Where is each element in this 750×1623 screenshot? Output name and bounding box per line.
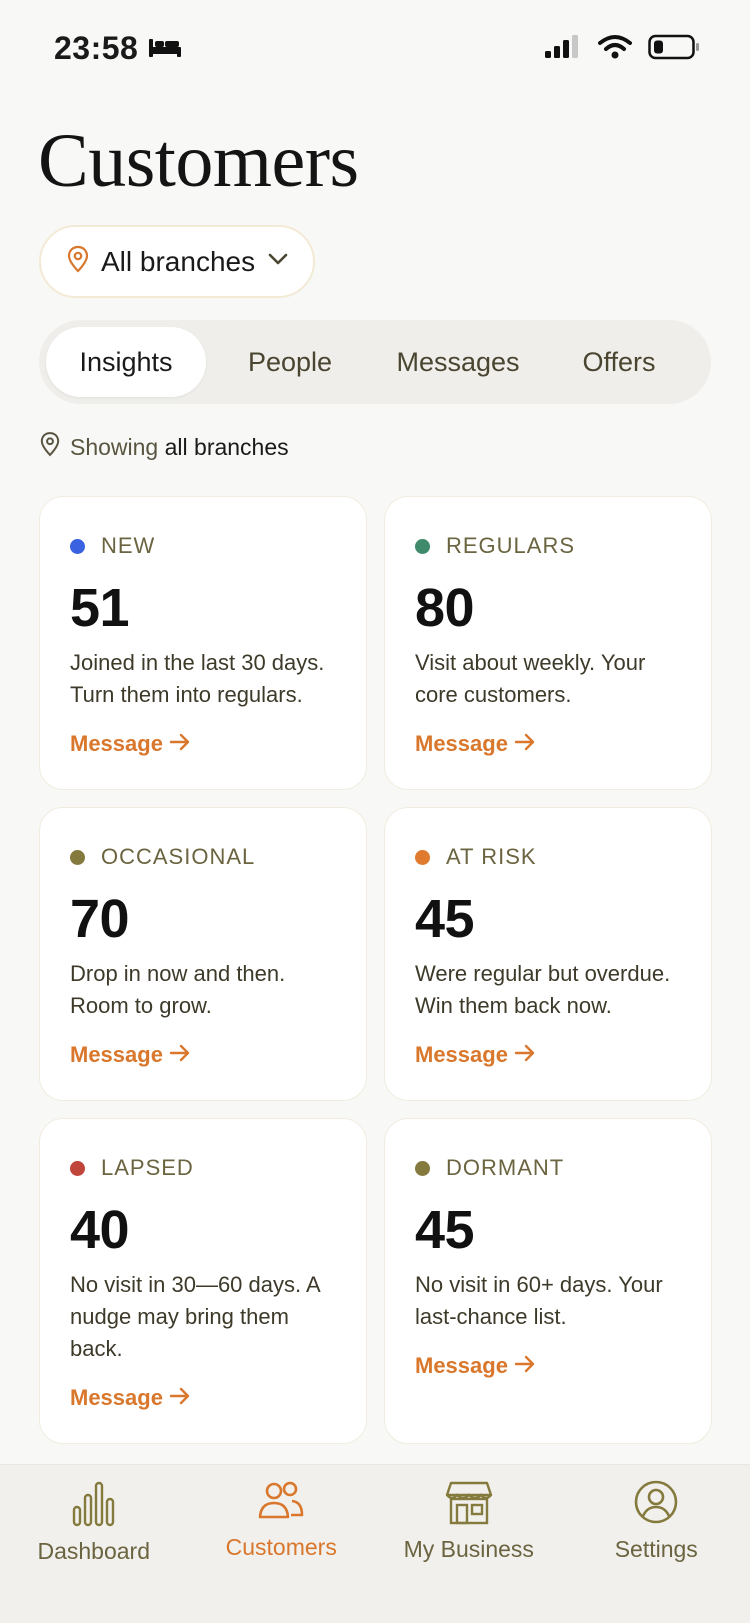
status-dot [70, 538, 85, 554]
page-title: Customers [38, 119, 359, 203]
tab-offers[interactable]: Offers [542, 327, 696, 397]
nav-dashboard[interactable]: Dashboard [0, 1465, 188, 1623]
arrow-right-icon [169, 731, 191, 757]
message-label: Message [415, 731, 508, 756]
status-dot [415, 849, 430, 865]
message-button[interactable]: Message [415, 731, 536, 757]
storefront-icon [445, 1479, 493, 1530]
segment-count: 45 [415, 889, 475, 949]
tab-messages[interactable]: Messages [374, 327, 542, 397]
location-pin-icon [67, 245, 89, 278]
segment-label: NEW [101, 533, 156, 558]
segment-count: 40 [70, 1200, 130, 1260]
segment-card-occasional: OCCASIONAL 70 Drop in now and then. Room… [39, 807, 367, 1101]
segment-count: 80 [415, 578, 475, 638]
location-pin-icon [40, 431, 60, 463]
status-dot [415, 538, 430, 554]
segment-description: Joined in the last 30 days. Turn them in… [70, 650, 325, 707]
chevron-down-icon [267, 252, 289, 271]
segment-description: Drop in now and then. Room to grow. [70, 961, 286, 1018]
message-label: Message [70, 731, 163, 756]
message-button[interactable]: Message [70, 1385, 191, 1411]
message-label: Message [70, 1042, 163, 1067]
segment-label: AT RISK [446, 844, 537, 869]
segment-tabs: Insights People Messages Offers [39, 320, 711, 404]
segment-label: LAPSED [101, 1155, 194, 1180]
nav-my-business[interactable]: My Business [375, 1465, 563, 1623]
status-dot [70, 1160, 85, 1176]
segment-description: Visit about weekly. Your core customers. [415, 650, 646, 707]
nav-label: Dashboard [37, 1538, 151, 1564]
segment-description: No visit in 30—60 days. A nudge may brin… [70, 1272, 320, 1361]
segment-count: 70 [70, 889, 130, 949]
status-time-text: 23:58 [54, 30, 139, 66]
message-button[interactable]: Message [415, 1353, 536, 1379]
battery-icon [648, 34, 700, 65]
segment-card-new: NEW 51 Joined in the last 30 days. Turn … [39, 496, 367, 790]
nav-customers[interactable]: Customers [188, 1465, 376, 1623]
status-dot [70, 849, 85, 865]
segment-description: No visit in 60+ days. Your last-chance l… [415, 1272, 663, 1329]
status-indicators [544, 34, 700, 65]
nav-settings[interactable]: Settings [563, 1465, 750, 1623]
segment-count: 45 [415, 1200, 475, 1260]
segment-card-lapsed: LAPSED 40 No visit in 30—60 days. A nudg… [39, 1118, 367, 1444]
branch-picker[interactable]: All branches [39, 225, 315, 298]
segment-label: OCCASIONAL [101, 844, 256, 869]
showing-prefix: Showing [70, 433, 159, 460]
nav-label: My Business [403, 1536, 534, 1562]
bed-icon [148, 30, 182, 67]
segment-grid: NEW 51 Joined in the last 30 days. Turn … [39, 496, 712, 1444]
tab-label: Insights [79, 346, 173, 377]
bar-chart-icon [72, 1479, 116, 1532]
arrow-right-icon [169, 1042, 191, 1068]
status-time: 23:58 [54, 30, 182, 67]
segment-count: 51 [70, 578, 130, 638]
segment-description: Were regular but overdue. Win them back … [415, 961, 671, 1018]
message-label: Message [415, 1353, 508, 1378]
signal-icon [544, 34, 582, 65]
tab-people[interactable]: People [206, 327, 374, 397]
message-button[interactable]: Message [70, 1042, 191, 1068]
wifi-icon [598, 34, 632, 65]
nav-label: Customers [225, 1534, 337, 1560]
message-button[interactable]: Message [70, 731, 191, 757]
showing-value: all branches [164, 433, 289, 460]
segment-card-dormant: DORMANT 45 No visit in 60+ days. Your la… [384, 1118, 712, 1444]
bottom-tab-bar: Dashboard Customers My Business Settings [0, 1464, 750, 1623]
segment-label: REGULARS [446, 533, 576, 558]
segment-label: DORMANT [446, 1155, 565, 1180]
segment-card-regulars: REGULARS 80 Visit about weekly. Your cor… [384, 496, 712, 790]
branch-scope-note: Showing all branches [40, 431, 289, 463]
people-icon [257, 1479, 305, 1528]
message-label: Message [415, 1042, 508, 1067]
arrow-right-icon [514, 731, 536, 757]
arrow-right-icon [169, 1385, 191, 1411]
status-dot [415, 1160, 430, 1176]
arrow-right-icon [514, 1353, 536, 1379]
message-button[interactable]: Message [415, 1042, 536, 1068]
message-label: Message [70, 1385, 163, 1410]
nav-label: Settings [614, 1536, 698, 1562]
tab-label: Offers [582, 346, 656, 377]
tab-insights[interactable]: Insights [46, 327, 206, 397]
branch-picker-label: All branches [101, 245, 256, 277]
segment-card-at-risk: AT RISK 45 Were regular but overdue. Win… [384, 807, 712, 1101]
user-circle-icon [633, 1479, 679, 1530]
tab-label: People [247, 346, 333, 377]
arrow-right-icon [514, 1042, 536, 1068]
tab-label: Messages [396, 346, 520, 377]
status-bar: 23:58 [0, 0, 750, 100]
